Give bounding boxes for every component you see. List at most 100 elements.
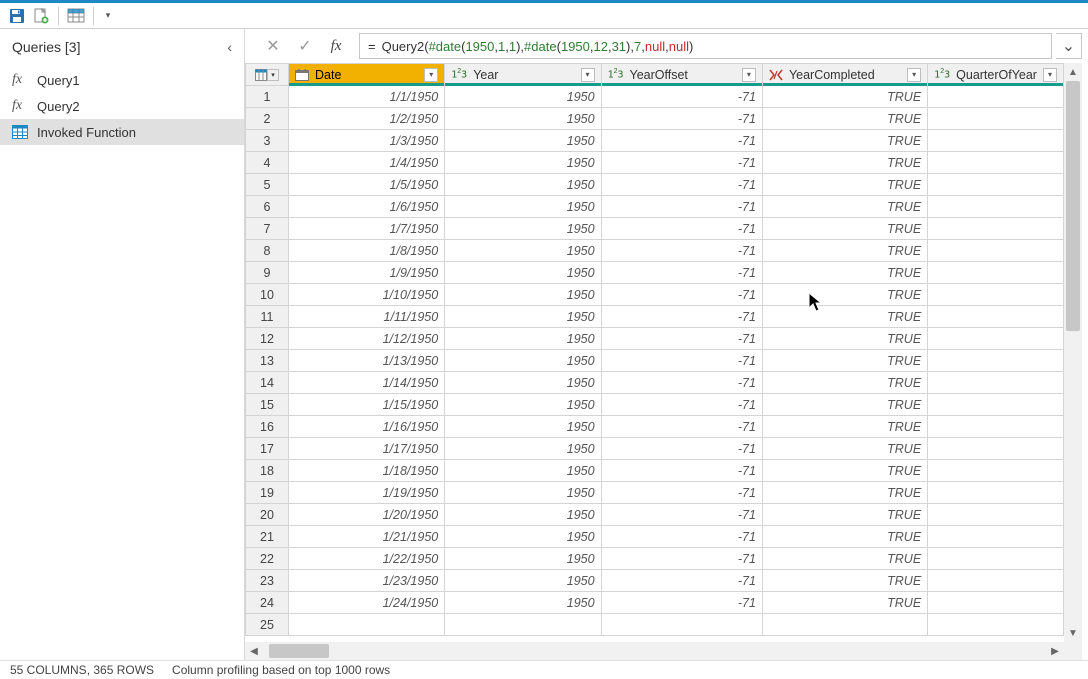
cell-year[interactable]: 1950 (445, 218, 601, 240)
cell-quarterofyear[interactable] (928, 196, 1064, 218)
cell-date[interactable]: 1/6/1950 (289, 196, 445, 218)
row-index[interactable]: 18 (246, 460, 289, 482)
cell-yearoffset[interactable]: -71 (601, 482, 762, 504)
row-index[interactable]: 22 (246, 548, 289, 570)
cell-year[interactable]: 1950 (445, 504, 601, 526)
cell-date[interactable]: 1/16/1950 (289, 416, 445, 438)
cell-yearcompleted[interactable]: TRUE (762, 438, 927, 460)
row-index[interactable]: 7 (246, 218, 289, 240)
cell-year[interactable]: 1950 (445, 460, 601, 482)
vertical-scroll-thumb[interactable] (1066, 81, 1080, 331)
cell-quarterofyear[interactable] (928, 504, 1064, 526)
formula-input[interactable]: = Query2(#date(1950, 1, 1), #date(1950, … (359, 33, 1052, 59)
column-header-yearcompleted[interactable]: YearCompleted▾ (762, 64, 927, 86)
cell-yearoffset[interactable]: -71 (601, 592, 762, 614)
table-row[interactable]: 21/2/19501950-71TRUE (246, 108, 1064, 130)
table-row[interactable]: 71/7/19501950-71TRUE (246, 218, 1064, 240)
cell-yearoffset[interactable]: -71 (601, 548, 762, 570)
query-item-query1[interactable]: fxQuery1 (0, 67, 244, 93)
cell-year[interactable]: 1950 (445, 130, 601, 152)
cell-yearoffset[interactable]: -71 (601, 284, 762, 306)
cell-date[interactable]: 1/11/1950 (289, 306, 445, 328)
row-index[interactable]: 19 (246, 482, 289, 504)
vertical-scrollbar[interactable]: ▲ ▼ (1064, 63, 1082, 642)
cell-yearcompleted[interactable]: TRUE (762, 416, 927, 438)
cell-year[interactable]: 1950 (445, 548, 601, 570)
formula-accept-button[interactable]: ✓ (291, 33, 319, 59)
cell-year[interactable]: 1950 (445, 416, 601, 438)
cell-year[interactable]: 1950 (445, 592, 601, 614)
row-index[interactable]: 16 (246, 416, 289, 438)
cell-date[interactable]: 1/24/1950 (289, 592, 445, 614)
cell-yearcompleted[interactable]: TRUE (762, 526, 927, 548)
cell-quarterofyear[interactable] (928, 548, 1064, 570)
column-header-year[interactable]: 123Year▾ (445, 64, 601, 86)
formula-cancel-button[interactable]: ✕ (259, 33, 287, 59)
cell-quarterofyear[interactable] (928, 86, 1064, 108)
table-row[interactable]: 41/4/19501950-71TRUE (246, 152, 1064, 174)
horizontal-scroll-thumb[interactable] (269, 644, 329, 658)
collapse-queries-button[interactable]: ‹ (227, 39, 232, 55)
formula-expand-button[interactable]: ⌄ (1056, 33, 1082, 59)
cell-quarterofyear[interactable] (928, 174, 1064, 196)
scroll-down-icon[interactable]: ▼ (1064, 624, 1082, 642)
cell-quarterofyear[interactable] (928, 262, 1064, 284)
cell-yearoffset[interactable]: -71 (601, 196, 762, 218)
cell-date[interactable]: 1/3/1950 (289, 130, 445, 152)
query-item-query2[interactable]: fxQuery2 (0, 93, 244, 119)
cell-yearcompleted[interactable]: TRUE (762, 460, 927, 482)
cell-yearoffset[interactable]: -71 (601, 460, 762, 482)
row-index[interactable]: 3 (246, 130, 289, 152)
cell-year[interactable]: 1950 (445, 570, 601, 592)
row-index[interactable]: 12 (246, 328, 289, 350)
table-row[interactable]: 221/22/19501950-71TRUE (246, 548, 1064, 570)
cell-yearoffset[interactable]: -71 (601, 152, 762, 174)
cell-quarterofyear[interactable] (928, 592, 1064, 614)
column-filter-button[interactable]: ▾ (742, 68, 756, 82)
cell-date[interactable]: 1/2/1950 (289, 108, 445, 130)
cell-yearcompleted[interactable]: TRUE (762, 306, 927, 328)
cell-date[interactable]: 1/21/1950 (289, 526, 445, 548)
cell-yearoffset[interactable]: -71 (601, 416, 762, 438)
cell-yearoffset[interactable]: -71 (601, 130, 762, 152)
chevron-down-icon[interactable]: ▾ (267, 69, 279, 81)
table-row[interactable]: 91/9/19501950-71TRUE (246, 262, 1064, 284)
table-row[interactable]: 25 (246, 614, 1064, 636)
cell-yearoffset[interactable] (601, 614, 762, 636)
query-item-invoked-function[interactable]: Invoked Function (0, 119, 244, 145)
column-filter-button[interactable]: ▾ (1043, 68, 1057, 82)
table-row[interactable]: 211/21/19501950-71TRUE (246, 526, 1064, 548)
cell-yearcompleted[interactable]: TRUE (762, 262, 927, 284)
cell-yearcompleted[interactable]: TRUE (762, 548, 927, 570)
cell-yearcompleted[interactable]: TRUE (762, 86, 927, 108)
cell-date[interactable]: 1/20/1950 (289, 504, 445, 526)
cell-quarterofyear[interactable] (928, 372, 1064, 394)
cell-yearcompleted[interactable]: TRUE (762, 350, 927, 372)
cell-year[interactable]: 1950 (445, 284, 601, 306)
cell-quarterofyear[interactable] (928, 394, 1064, 416)
table-row[interactable]: 181/18/19501950-71TRUE (246, 460, 1064, 482)
row-index[interactable]: 14 (246, 372, 289, 394)
qat-customize-button[interactable]: ▾ (100, 10, 116, 21)
cell-yearcompleted[interactable] (762, 614, 927, 636)
cell-date[interactable]: 1/13/1950 (289, 350, 445, 372)
row-index[interactable]: 5 (246, 174, 289, 196)
row-index[interactable]: 17 (246, 438, 289, 460)
cell-yearcompleted[interactable]: TRUE (762, 174, 927, 196)
table-row[interactable]: 101/10/19501950-71TRUE (246, 284, 1064, 306)
row-index[interactable]: 20 (246, 504, 289, 526)
scroll-up-icon[interactable]: ▲ (1064, 63, 1082, 81)
cell-date[interactable]: 1/12/1950 (289, 328, 445, 350)
scroll-right-icon[interactable]: ▶ (1046, 642, 1064, 660)
cell-date[interactable]: 1/7/1950 (289, 218, 445, 240)
cell-yearoffset[interactable]: -71 (601, 218, 762, 240)
table-row[interactable]: 161/16/19501950-71TRUE (246, 416, 1064, 438)
cell-date[interactable]: 1/4/1950 (289, 152, 445, 174)
cell-quarterofyear[interactable] (928, 130, 1064, 152)
cell-year[interactable]: 1950 (445, 526, 601, 548)
row-index[interactable]: 23 (246, 570, 289, 592)
cell-quarterofyear[interactable] (928, 570, 1064, 592)
cell-year[interactable]: 1950 (445, 394, 601, 416)
new-query-button[interactable] (30, 6, 52, 26)
cell-yearcompleted[interactable]: TRUE (762, 196, 927, 218)
